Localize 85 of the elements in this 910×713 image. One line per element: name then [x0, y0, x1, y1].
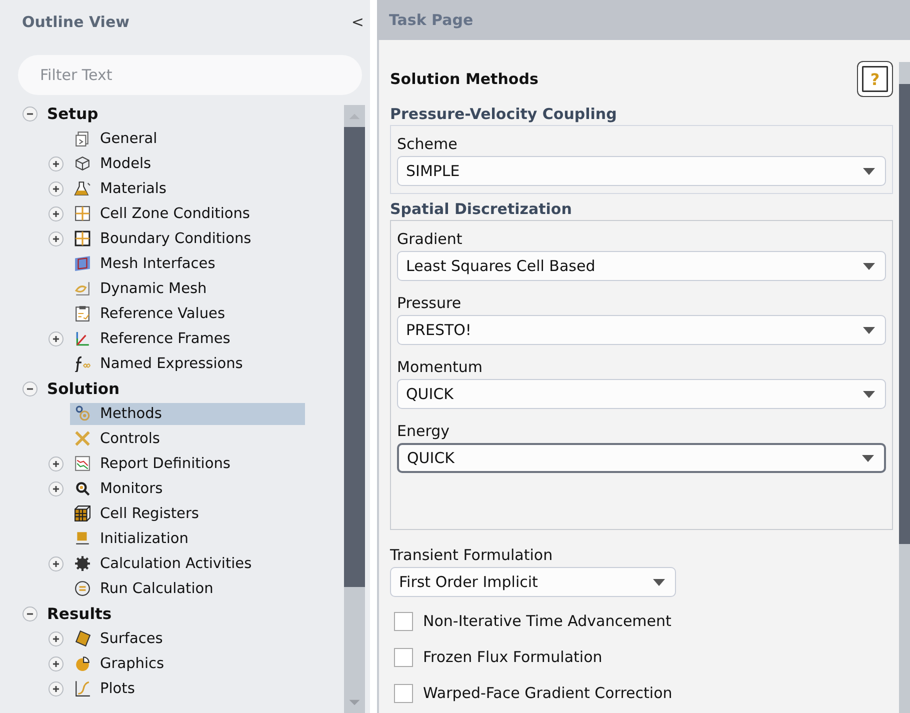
surface-icon: [74, 630, 91, 647]
checkbox[interactable]: [394, 648, 413, 666]
expand-icon[interactable]: [48, 480, 64, 496]
tree-item[interactable]: General: [70, 128, 166, 150]
tree-item[interactable]: Boundary Conditions: [70, 228, 260, 250]
chart-icon: [74, 455, 91, 472]
field-label: Energy: [397, 421, 451, 442]
expand-icon[interactable]: [48, 680, 64, 696]
expand-icon[interactable]: [48, 206, 64, 222]
filter-field[interactable]: Filter Text: [18, 55, 362, 95]
axes-icon: [74, 330, 91, 347]
section-title: Spatial Discretization: [390, 200, 573, 220]
curve-icon: [74, 680, 91, 697]
tree-item[interactable]: Calculation Activities: [70, 552, 260, 574]
panel-title: Task Page: [389, 11, 474, 29]
tree-item[interactable]: Run Calculation: [70, 578, 222, 600]
caret-icon: [863, 326, 875, 334]
collapse-button[interactable]: <: [347, 13, 368, 31]
checkbox-label[interactable]: Non-Iterative Time Advancement: [423, 612, 672, 630]
tree-group[interactable]: Results: [47, 604, 112, 622]
tree-item[interactable]: Named Expressions: [70, 352, 251, 374]
flask-icon: [74, 180, 91, 197]
checkbox[interactable]: [394, 612, 413, 630]
tree-item[interactable]: Mesh Interfaces: [70, 252, 224, 274]
dropdown[interactable]: QUICK: [397, 443, 886, 473]
tree-item[interactable]: Plots: [70, 678, 143, 700]
caret-icon: [653, 578, 665, 586]
caret-icon: [863, 262, 875, 270]
tree-item[interactable]: Reference Frames: [70, 328, 238, 350]
clipboard-icon: [74, 305, 91, 322]
expand-icon[interactable]: [48, 230, 64, 246]
tree-item[interactable]: Cell Zone Conditions: [70, 202, 258, 224]
tree-item[interactable]: Monitors: [70, 478, 171, 500]
expand-icon[interactable]: [48, 456, 64, 472]
magnifier-icon: [74, 480, 91, 497]
checkbox[interactable]: [394, 684, 413, 702]
caret-icon: [863, 168, 875, 174]
expand-icon[interactable]: [48, 630, 64, 646]
caret-icon: [863, 390, 875, 398]
dropdown[interactable]: SIMPLE: [397, 156, 886, 186]
field-label: Momentum: [397, 357, 484, 378]
expand-icon[interactable]: [48, 156, 64, 172]
tree-item[interactable]: Graphics: [70, 652, 172, 674]
dropdown[interactable]: First Order Implicit: [390, 567, 676, 597]
section-title: Pressure-Velocity Coupling: [390, 105, 618, 125]
tree-item[interactable]: Dynamic Mesh: [70, 278, 215, 300]
tree-item[interactable]: Surfaces: [70, 628, 171, 650]
page-heading: Solution Methods: [390, 70, 538, 88]
field-label: Scheme: [397, 134, 458, 155]
field-label: Gradient: [397, 229, 464, 250]
scrollbar[interactable]: [899, 62, 910, 713]
gears-icon: [74, 405, 91, 422]
gear-icon: [74, 555, 91, 572]
dropdown[interactable]: PRESTO!: [397, 315, 886, 345]
grid-icon: [74, 230, 91, 247]
pie-icon: [74, 655, 91, 672]
tree-item[interactable]: Materials: [70, 178, 174, 200]
equals-circle-icon: [74, 580, 91, 597]
grid-icon: [74, 205, 91, 222]
tree-item[interactable]: Initialization: [70, 528, 196, 550]
checkbox-label[interactable]: Warped-Face Gradient Correction: [423, 684, 672, 702]
document-icon: [74, 130, 91, 147]
collapse-icon[interactable]: [22, 606, 38, 622]
expand-icon[interactable]: [48, 330, 64, 346]
dropdown[interactable]: Least Squares Cell Based: [397, 251, 886, 281]
tree-item[interactable]: Cell Registers: [70, 502, 207, 524]
function-icon: [74, 355, 91, 372]
field-label: Transient Formulation: [390, 545, 554, 566]
tree-group[interactable]: Solution: [47, 380, 120, 398]
collapse-icon[interactable]: [22, 380, 38, 396]
dropdown[interactable]: QUICK: [397, 379, 886, 409]
tree-item[interactable]: Methods: [70, 402, 305, 424]
collapse-icon[interactable]: [22, 106, 38, 122]
tree-item[interactable]: Report Definitions: [70, 452, 238, 474]
checkbox-label[interactable]: Frozen Flux Formulation: [423, 648, 602, 666]
expand-icon[interactable]: [48, 656, 64, 672]
expand-icon[interactable]: [48, 180, 64, 196]
tree-group[interactable]: Setup: [47, 104, 98, 122]
tree-item[interactable]: Models: [70, 152, 160, 174]
caret-icon: [862, 454, 874, 462]
expand-icon[interactable]: [48, 556, 64, 572]
field-label: Pressure: [397, 293, 462, 314]
tree-item[interactable]: Controls: [70, 428, 168, 450]
panel-title: Outline View: [22, 13, 130, 31]
tree-item[interactable]: Reference Values: [70, 302, 233, 324]
